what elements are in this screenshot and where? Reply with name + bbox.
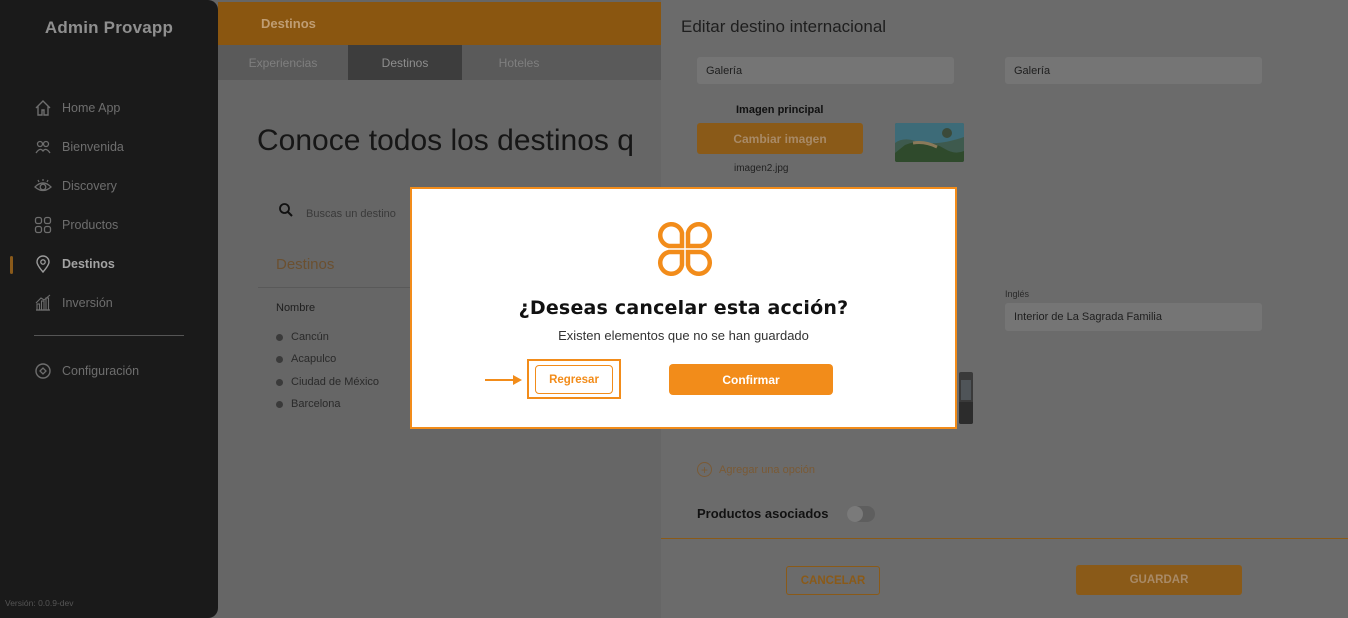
section-title: Destinos: [276, 256, 335, 273]
add-option-label: Agregar una opción: [719, 463, 816, 476]
tab-hoteles[interactable]: Hoteles: [462, 45, 576, 80]
main-image-label: Imagen principal: [736, 104, 824, 116]
top-bar: Destinos: [218, 2, 661, 45]
list-item[interactable]: Cancún: [276, 331, 329, 343]
sidebar-item-label: Inversión: [62, 296, 113, 310]
clover-logo-icon: [655, 219, 715, 284]
panel-footer-divider: [661, 538, 1348, 539]
english-label: Inglés: [1005, 289, 1030, 299]
sidebar-item-destinos[interactable]: Destinos: [34, 253, 115, 275]
home-icon: [34, 99, 52, 117]
sidebar-item-label: Destinos: [62, 257, 115, 271]
associated-products-label: Productos asociados: [697, 506, 829, 521]
sidebar-item-label: Discovery: [62, 179, 117, 193]
sidebar-item-configuracion[interactable]: Configuración: [34, 360, 139, 382]
brand-title: Admin Provapp: [44, 18, 174, 37]
welcome-icon: [34, 138, 52, 156]
dialog-title: ¿Deseas cancelar esta acción?: [518, 297, 849, 319]
cancel-button[interactable]: CANCELAR: [786, 566, 880, 595]
location-pin-icon: [34, 255, 52, 273]
sidebar-item-label: Bienvenida: [62, 140, 124, 154]
add-option-button[interactable]: + Agregar una opción: [697, 462, 815, 477]
gallery-field-en[interactable]: Galería: [1005, 57, 1262, 84]
version-label: Versión: 0.0.9-dev: [5, 598, 74, 608]
plus-circle-icon: +: [697, 462, 712, 477]
panel-title: Editar destino internacional: [681, 17, 887, 36]
page-title: Conoce todos los destinos q: [257, 124, 634, 157]
page-header-title: Destinos: [261, 16, 316, 31]
bar-chart-icon: [34, 294, 52, 312]
list-item-label: Ciudad de México: [291, 376, 380, 388]
confirm-dialog: ¿Deseas cancelar esta acción? Existen el…: [410, 187, 957, 429]
sidebar-item-label: Configuración: [62, 364, 140, 378]
save-button[interactable]: GUARDAR: [1076, 565, 1242, 595]
eye-icon: [34, 177, 52, 195]
confirm-button[interactable]: Confirmar: [669, 364, 833, 395]
list-item[interactable]: Acapulco: [276, 353, 336, 365]
active-indicator: [10, 256, 13, 274]
pointer-arrow-icon: [485, 373, 525, 392]
main-image-thumbnail: [895, 123, 964, 162]
settings-icon: [34, 362, 52, 380]
list-item[interactable]: Ciudad de México: [276, 376, 379, 388]
radio-icon[interactable]: [276, 355, 283, 363]
column-header-nombre[interactable]: Nombre: [276, 302, 315, 314]
sidebar-item-productos[interactable]: Productos: [34, 214, 118, 236]
sidebar: Admin Provapp Home App Bienvenida Discov…: [0, 0, 218, 618]
tab-experiencias[interactable]: Experiencias: [218, 45, 348, 80]
radio-icon[interactable]: [276, 400, 283, 408]
sidebar-item-label: Home App: [62, 101, 121, 115]
english-description-field[interactable]: Interior de La Sagrada Familia: [1005, 303, 1262, 331]
list-item-label: Cancún: [291, 331, 329, 343]
sidebar-item-inversion[interactable]: Inversión: [34, 292, 113, 314]
list-item-label: Acapulco: [291, 353, 337, 365]
secondary-image-thumbnail: [959, 372, 973, 424]
change-image-button[interactable]: Cambiar imagen: [697, 123, 863, 154]
sidebar-divider: [34, 335, 184, 336]
list-item[interactable]: Barcelona: [276, 398, 341, 410]
dialog-message: Existen elementos que no se han guardado: [558, 328, 809, 343]
back-button[interactable]: Regresar: [535, 365, 613, 394]
sidebar-item-discovery[interactable]: Discovery: [34, 175, 117, 197]
tab-bar: Experiencias Destinos Hoteles: [218, 45, 661, 80]
search-input[interactable]: [306, 208, 416, 220]
image-filename: imagen2.jpg: [734, 163, 789, 174]
sidebar-item-label: Productos: [62, 218, 119, 232]
associated-products-toggle[interactable]: [847, 506, 875, 522]
tab-destinos[interactable]: Destinos: [348, 45, 462, 80]
sidebar-item-bienvenida[interactable]: Bienvenida: [34, 136, 124, 158]
grid-icon: [34, 216, 52, 234]
search-icon[interactable]: [278, 202, 294, 223]
sidebar-item-home-app[interactable]: Home App: [34, 97, 120, 119]
toggle-knob: [847, 506, 863, 522]
radio-icon[interactable]: [276, 378, 283, 386]
radio-icon[interactable]: [276, 333, 283, 341]
gallery-field-es[interactable]: Galería: [697, 57, 954, 84]
list-item-label: Barcelona: [291, 398, 341, 410]
